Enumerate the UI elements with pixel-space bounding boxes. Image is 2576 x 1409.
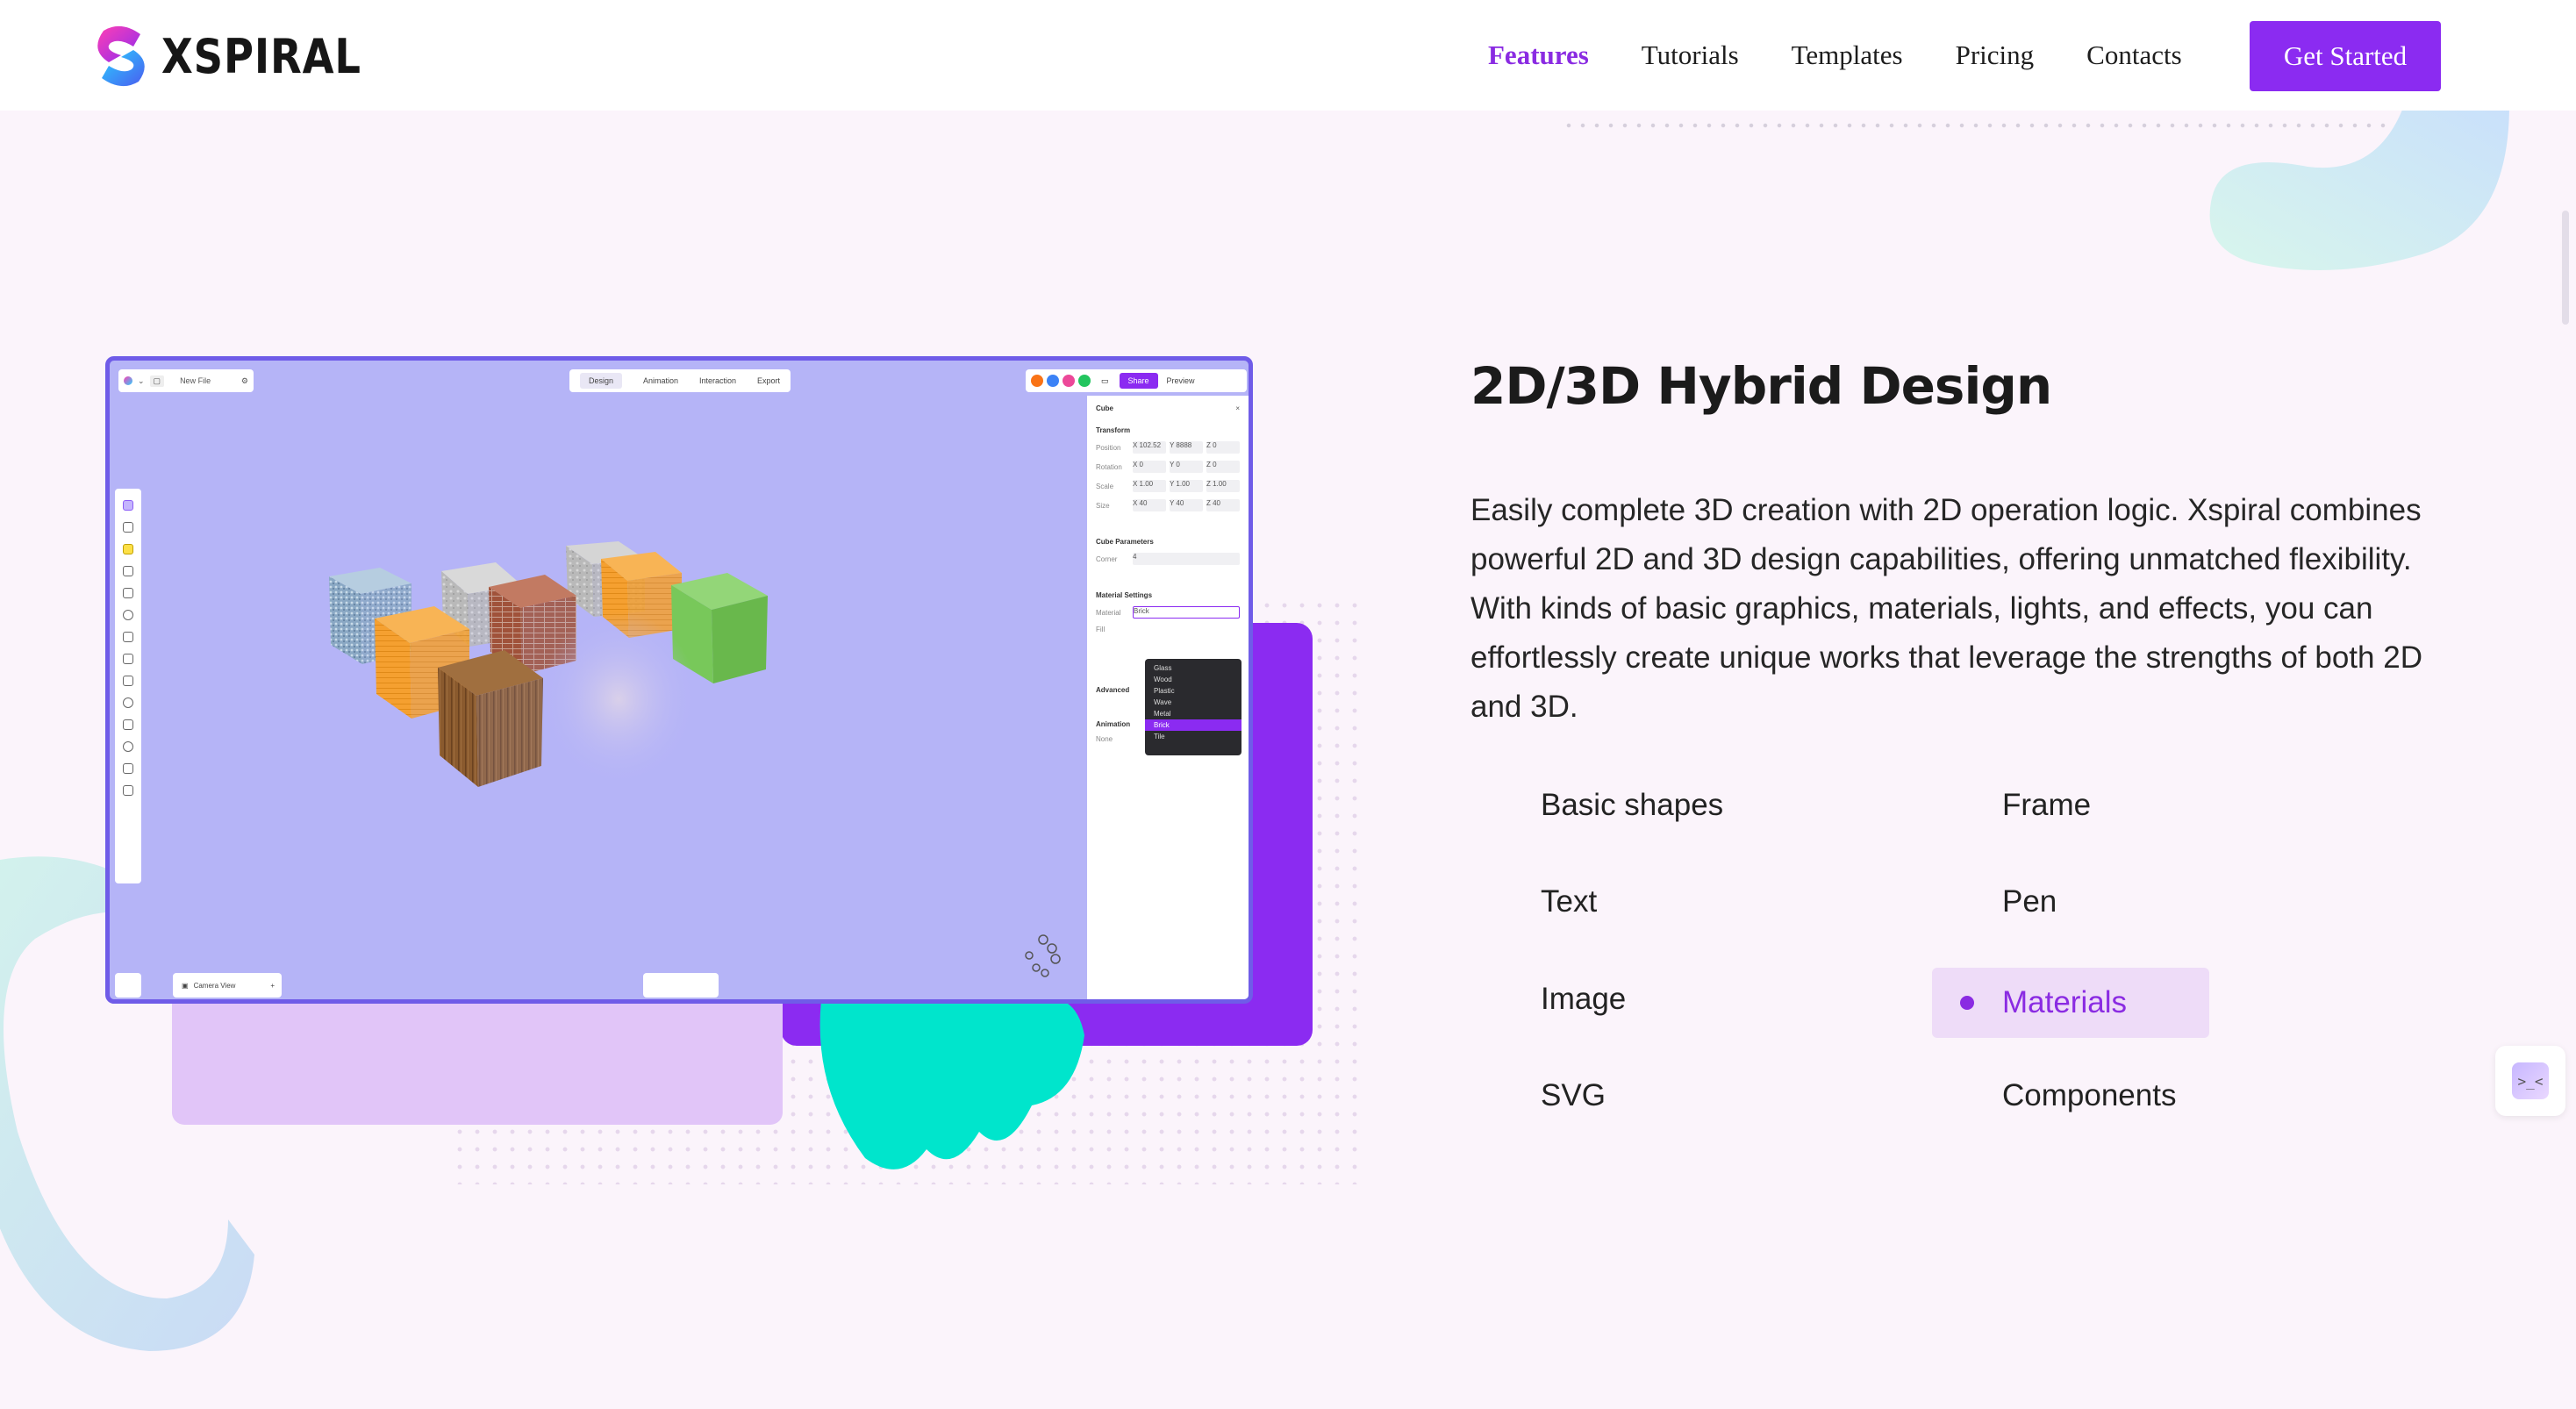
- app-file-name: New File: [180, 376, 211, 385]
- material-option[interactable]: Wave: [1145, 697, 1241, 708]
- add-icon[interactable]: +: [270, 982, 275, 990]
- cube-wood[interactable]: [438, 650, 543, 787]
- frame-tool-icon[interactable]: [123, 522, 133, 533]
- nav-tutorials[interactable]: Tutorials: [1642, 39, 1739, 71]
- layers-toggle-icon[interactable]: [115, 973, 141, 998]
- transform-header[interactable]: Transform: [1096, 426, 1240, 434]
- close-icon[interactable]: ×: [1235, 404, 1240, 412]
- transform-row-position: Position X 102.52 Y 8888 Z 0: [1096, 441, 1240, 454]
- type-tool-icon[interactable]: [123, 719, 133, 730]
- chevron-down-icon: ⌄: [138, 375, 145, 385]
- feature-image[interactable]: Image: [1541, 982, 1626, 1017]
- section-title: 2D/3D Hybrid Design: [1470, 356, 2052, 416]
- nav-pricing[interactable]: Pricing: [1956, 39, 2035, 71]
- transform-row-rotation: Rotation X 0 Y 0 Z 0: [1096, 461, 1240, 473]
- material-settings-header[interactable]: Material Settings: [1096, 591, 1240, 599]
- floating-widget-button[interactable]: >_<: [2495, 1046, 2565, 1116]
- page-scrollbar[interactable]: [2562, 211, 2569, 325]
- camera-view-label: Camera View: [193, 981, 236, 990]
- frame-crop-icon[interactable]: [123, 676, 133, 686]
- object-name: Cube: [1096, 404, 1113, 412]
- material-option[interactable]: Wood: [1145, 674, 1241, 685]
- app-preview-button[interactable]: Preview: [1162, 373, 1200, 389]
- terminal-collapse-icon: >_<: [2512, 1062, 2549, 1099]
- nav-features[interactable]: Features: [1488, 39, 1589, 71]
- material-select[interactable]: Brick: [1133, 606, 1240, 619]
- feature-text[interactable]: Text: [1541, 884, 1597, 919]
- cube-tool-icon[interactable]: [123, 697, 133, 708]
- shape-tool-icon[interactable]: [123, 566, 133, 576]
- avatar: [1063, 375, 1075, 387]
- fill-row: Fill: [1096, 626, 1106, 633]
- feature-pen[interactable]: Pen: [2002, 884, 2057, 919]
- component-tool-icon[interactable]: [123, 632, 133, 642]
- comment-icon[interactable]: ▭: [1101, 376, 1109, 386]
- material-dropdown: Glass Wood Plastic Wave Metal Brick Tile: [1145, 659, 1241, 755]
- material-option-selected[interactable]: Brick: [1145, 719, 1241, 731]
- site-header: XSPIRAL Features Tutorials Templates Pri…: [0, 0, 2576, 111]
- feature-materials-label: Materials: [2002, 985, 2127, 1019]
- view-controls[interactable]: [643, 973, 719, 998]
- cube-parameters-header[interactable]: Cube Parameters: [1096, 538, 1240, 546]
- active-bullet-icon: [1960, 996, 1974, 1010]
- app-file-bar: ⌄ ▢ New File ⚙: [118, 369, 254, 392]
- transform-row-scale: Scale X 1.00 Y 1.00 Z 1.00: [1096, 480, 1240, 492]
- text-tool-icon[interactable]: [123, 544, 133, 554]
- decorative-teal-shape: [819, 991, 1084, 1169]
- corner-row: Corner 4: [1096, 553, 1240, 565]
- ellipse-tool-icon[interactable]: [123, 741, 133, 752]
- select-tool-icon[interactable]: [123, 500, 133, 511]
- material-option[interactable]: Glass: [1145, 662, 1241, 674]
- search-tool-icon[interactable]: [123, 610, 133, 620]
- material-option[interactable]: Tile: [1145, 731, 1241, 742]
- decorative-blob-top: [2209, 105, 2509, 270]
- brand-logo[interactable]: XSPIRAL: [95, 23, 394, 89]
- app-share-button[interactable]: Share: [1119, 373, 1158, 389]
- camera-view-button[interactable]: ▣ Camera View +: [173, 973, 282, 998]
- orientation-gizmo-icon[interactable]: [1017, 929, 1070, 982]
- pointer-tool-icon[interactable]: [123, 654, 133, 664]
- draft-tag-icon: ▢: [149, 375, 165, 387]
- get-started-button[interactable]: Get Started: [2250, 21, 2441, 91]
- app-tab-design[interactable]: Design: [579, 373, 622, 389]
- camera-icon: ▣: [182, 981, 189, 990]
- main-nav: Features Tutorials Templates Pricing Con…: [1488, 0, 2235, 111]
- brand-name: XSPIRAL: [161, 28, 361, 84]
- material-row: Material Brick: [1096, 606, 1240, 619]
- avatar: [1047, 375, 1059, 387]
- app-logo-icon: [124, 376, 132, 385]
- image-tool-icon[interactable]: [123, 763, 133, 774]
- feature-materials-active[interactable]: Materials: [1932, 968, 2209, 1038]
- app-collab-bar: ▭ Share Preview: [1026, 369, 1247, 392]
- grid-tool-icon[interactable]: [123, 588, 133, 598]
- avatar: [1078, 375, 1091, 387]
- feature-frame[interactable]: Frame: [2002, 788, 2091, 823]
- xspiral-logo-icon: [97, 25, 145, 87]
- app-mode-tabs: Design Animation Interaction Export: [569, 369, 791, 392]
- app-tool-sidebar: [115, 489, 141, 883]
- app-tab-interaction[interactable]: Interaction: [699, 376, 736, 385]
- material-option[interactable]: Metal: [1145, 708, 1241, 719]
- settings-icon: ⚙: [240, 375, 248, 385]
- avatar: [1031, 375, 1043, 387]
- app-tab-export[interactable]: Export: [757, 376, 780, 385]
- feature-components[interactable]: Components: [2002, 1078, 2176, 1113]
- pen-tool-icon[interactable]: [123, 785, 133, 796]
- section-description: Easily complete 3D creation with 2D oper…: [1470, 493, 2422, 724]
- transform-row-size: Size X 40 Y 40 Z 40: [1096, 499, 1240, 511]
- corner-input[interactable]: 4: [1133, 553, 1240, 565]
- feature-basic-shapes[interactable]: Basic shapes: [1541, 788, 1723, 823]
- cube-glass[interactable]: [540, 612, 698, 787]
- app-tab-animation[interactable]: Animation: [643, 376, 678, 385]
- feature-svg[interactable]: SVG: [1541, 1078, 1606, 1113]
- nav-templates[interactable]: Templates: [1792, 39, 1903, 71]
- app-preview-window: ⌄ ▢ New File ⚙ Design Animation Interact…: [105, 356, 1253, 1004]
- 3d-viewport[interactable]: [329, 533, 908, 919]
- material-option[interactable]: Plastic: [1145, 685, 1241, 697]
- nav-contacts[interactable]: Contacts: [2086, 39, 2182, 71]
